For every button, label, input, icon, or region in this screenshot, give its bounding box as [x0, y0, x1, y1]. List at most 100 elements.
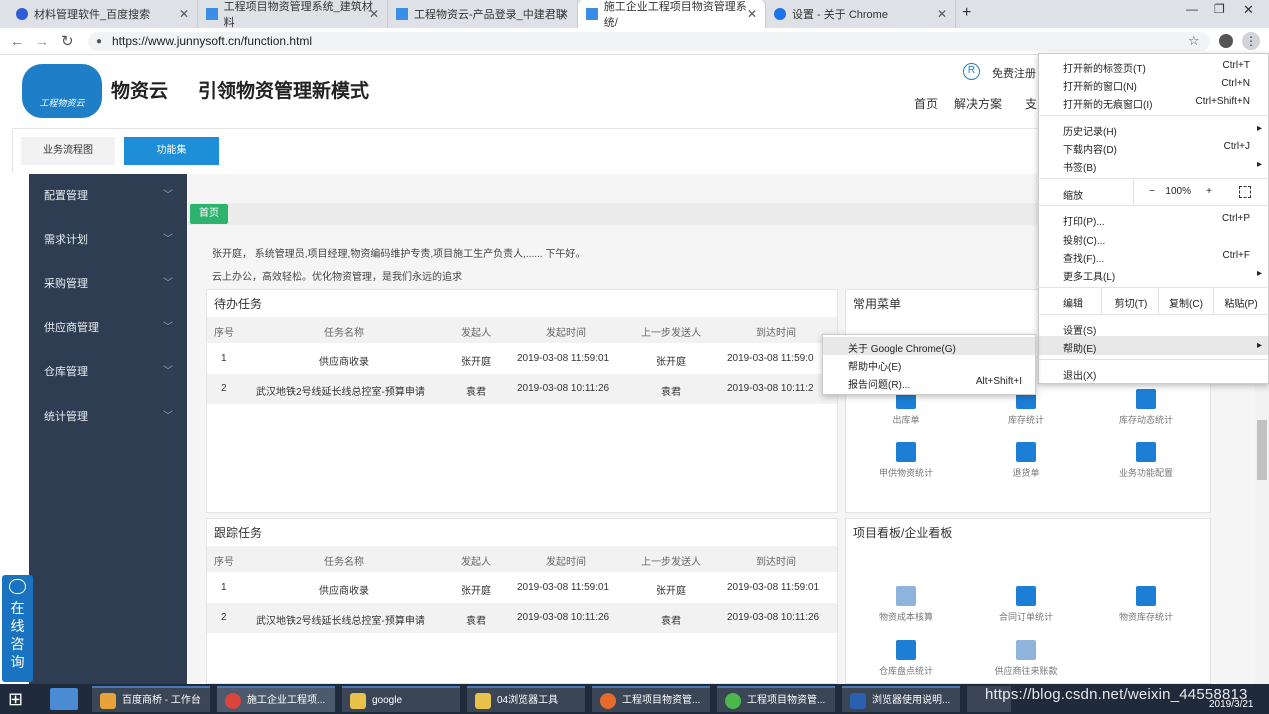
chevron-down-icon: ﹀ [163, 234, 173, 245]
word-icon [850, 693, 866, 709]
minimize-icon[interactable]: — [1186, 2, 1198, 16]
sidebar-item-statistics[interactable]: 统计管理 ﹀ [29, 395, 187, 439]
close-icon[interactable]: ✕ [559, 7, 569, 21]
tile-label: 库存统计 [1007, 415, 1044, 425]
tab-2[interactable]: 工程项目物资管理系统_建筑材料 ✕ [198, 0, 388, 29]
tile-label: 仓库盘点统计 [878, 666, 933, 676]
paste-button[interactable]: 粘贴(P) [1216, 295, 1266, 310]
todo-title: 待办任务 [214, 297, 263, 311]
sidebar-item-demand[interactable]: 需求计划 ﹀ [29, 218, 187, 262]
fullscreen-icon[interactable] [1239, 186, 1251, 198]
bookmark-star-icon[interactable]: ☆ [1188, 33, 1200, 49]
close-icon[interactable]: ✕ [179, 7, 189, 21]
clock-date: 2019/3/21 [1209, 699, 1254, 710]
tile-return[interactable]: 退货单 [966, 442, 1086, 479]
taskbar-item-chrome[interactable]: 施工企业工程项... [217, 686, 335, 712]
taskbar-item-browser[interactable]: 工程项目物资管... [717, 686, 835, 712]
taskbar-item-firefox[interactable]: 工程项目物资管... [592, 686, 710, 712]
menu-item-history[interactable]: 历史记录(H) [1063, 123, 1117, 138]
taskbar-item-baidu[interactable]: 百度商桥 - 工作台 [92, 686, 210, 712]
sidebar-item-warehouse[interactable]: 仓库管理 ﹀ [29, 350, 187, 394]
tab-3[interactable]: 工程物资云-产品登录_中建君联 ✕ [388, 0, 578, 28]
menu-item-print[interactable]: 打印(P)... [1063, 213, 1105, 228]
cell: 袁君 [661, 616, 681, 627]
menu-item-incognito[interactable]: 打开新的无痕窗口(I) [1063, 96, 1152, 111]
tab-function-set[interactable]: 功能集 [124, 137, 219, 165]
copy-button[interactable]: 复制(C) [1161, 295, 1211, 310]
submenu-help-center[interactable]: 帮助中心(E) [848, 358, 901, 373]
track-title: 跟踪任务 [214, 526, 263, 540]
close-icon[interactable]: ✕ [747, 7, 757, 21]
tab-5[interactable]: 设置 - 关于 Chrome ✕ [766, 0, 956, 28]
menu-item-new-window[interactable]: 打开新的窗口(N) [1063, 78, 1137, 93]
window-close-icon[interactable]: ✕ [1243, 2, 1254, 18]
shortcut: Ctrl+Shift+N [1195, 96, 1250, 107]
close-icon[interactable]: ✕ [937, 7, 947, 21]
chrome-menu-icon[interactable]: ⋮ [1242, 32, 1260, 50]
tile-business-config[interactable]: 业务功能配置 [1086, 442, 1206, 479]
bar-chart-icon [1136, 586, 1156, 606]
menu-item-downloads[interactable]: 下载内容(D) [1063, 141, 1117, 156]
home-icon [1136, 389, 1156, 409]
site-icon [586, 8, 598, 20]
taskbar-label: 工程项目物资管... [747, 695, 826, 706]
nav-support[interactable]: 支 [1025, 95, 1037, 112]
divider [1038, 205, 1269, 206]
register-link[interactable]: 免费注册 [992, 65, 1036, 81]
menu-item-zoom: 缩放 [1063, 191, 1083, 202]
reload-icon[interactable]: ↻ [61, 32, 74, 50]
scrollbar-thumb[interactable] [1257, 420, 1267, 480]
new-tab-icon[interactable]: + [962, 4, 971, 22]
submenu-report-issue[interactable]: 报告问题(R)... [848, 376, 910, 391]
close-icon[interactable]: ✕ [369, 7, 379, 21]
menu-item-help[interactable]: 帮助(E) [1063, 340, 1096, 355]
tile-label: 供应商往来账款 [994, 666, 1058, 676]
taskbar-item-word[interactable]: 浏览器使用说明... [842, 686, 960, 712]
windows-start-icon[interactable]: ⊞ [8, 688, 30, 710]
taskbar-item-tools-folder[interactable]: 04浏览器工具 [467, 686, 585, 712]
menu-item-bookmarks[interactable]: 书签(B) [1063, 159, 1096, 174]
forward-icon[interactable]: → [35, 33, 49, 49]
tile-cost-accounting[interactable]: 物资成本核算 [846, 586, 966, 623]
menu-item-more-tools[interactable]: 更多工具(L) [1063, 268, 1115, 283]
tile-inventory-dynamics[interactable]: 库存动态统计 [1086, 389, 1206, 426]
zoom-out-button[interactable]: − [1143, 186, 1155, 197]
menu-item-exit[interactable]: 退出(X) [1063, 367, 1096, 382]
breadcrumb-home[interactable]: 首页 [190, 204, 228, 224]
submenu-about-chrome[interactable]: 关于 Google Chrome(G) [848, 340, 956, 355]
menu-item-cast[interactable]: 投射(C)... [1063, 232, 1105, 247]
cell: 2019-03-08 10:11:26 [727, 612, 820, 623]
tile-supplier-accounts[interactable]: 供应商往来账款 [966, 640, 1086, 677]
menu-item-new-tab[interactable]: 打开新的标签页(T) [1063, 60, 1146, 75]
tile-contract-orders[interactable]: 合同订单统计 [966, 586, 1086, 623]
cut-button[interactable]: 剪切(T) [1106, 295, 1156, 310]
nav-home[interactable]: 首页 [914, 95, 938, 112]
menu-item-settings[interactable]: 设置(S) [1063, 322, 1096, 337]
restore-icon[interactable]: ❐ [1214, 2, 1225, 16]
tile-owner-supply[interactable]: 甲供物资统计 [846, 442, 966, 479]
shortcut: Alt+Shift+I [975, 376, 1022, 387]
back-icon[interactable]: ← [10, 33, 24, 49]
network-app-icon[interactable] [50, 688, 78, 710]
address-input[interactable]: ● https://www.junnysoft.cn/function.html [88, 32, 1210, 51]
taskbar-item-google-folder[interactable]: google [342, 686, 460, 712]
zoom-in-button[interactable]: + [1200, 186, 1212, 197]
tile-stocktaking[interactable]: 仓库盘点统计 [846, 640, 966, 677]
sidebar-item-config[interactable]: 配置管理 ﹀ [29, 174, 187, 218]
tab-1[interactable]: 材料管理软件_百度搜索 ✕ [8, 0, 198, 28]
col-header: 到达时间 [756, 328, 796, 339]
cell: 供应商收录 [319, 586, 369, 597]
sidebar-item-supplier[interactable]: 供应商管理 ﹀ [29, 306, 187, 350]
nav-solutions[interactable]: 解决方案 [954, 95, 1002, 112]
menu-item-find[interactable]: 查找(F)... [1063, 250, 1104, 265]
sidebar-item-purchase[interactable]: 采购管理 ﹀ [29, 262, 187, 306]
url-text: https://www.junnysoft.cn/function.html [112, 34, 313, 48]
divider [1158, 288, 1159, 314]
cell: 供应商收录 [319, 357, 369, 368]
tab-process-diagram[interactable]: 业务流程图 [21, 137, 115, 165]
tile-stock-stats[interactable]: 物资库存统计 [1086, 586, 1206, 623]
online-consult-button[interactable]: 在线咨询 [2, 575, 33, 682]
profile-icon[interactable] [1219, 34, 1233, 48]
chat-bubble-icon [9, 579, 26, 594]
tab-4-active[interactable]: 施工企业工程项目物资管理系统/✕ [578, 0, 766, 29]
